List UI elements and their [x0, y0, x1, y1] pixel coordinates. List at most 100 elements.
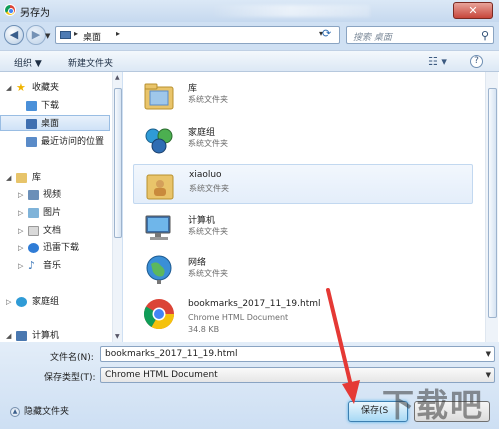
filename-field[interactable]: bookmarks_2017_11_19.html ▼ [100, 346, 495, 362]
scrollbar-thumb[interactable] [488, 88, 497, 318]
watermark-logo: 下载吧 [382, 386, 485, 424]
chrome-icon [143, 299, 174, 330]
homegroup-icon [16, 297, 27, 307]
sidebar-item-desktop[interactable]: 桌面 [0, 115, 110, 131]
refresh-icon[interactable]: ⟳ [322, 27, 331, 40]
library-icon [16, 173, 27, 183]
title-bar: 另存为 ✕ [0, 0, 499, 22]
collapse-icon[interactable]: ◢ [6, 170, 14, 186]
navigation-bar: ◀ ▶ ▼ ▸ 桌面 ▸ ▾ ⟳ 搜索 桌面 ⚲ [0, 22, 499, 48]
download-folder-icon [26, 101, 37, 111]
sidebar-item-libraries[interactable]: ◢ 库 [0, 170, 121, 186]
organize-button[interactable]: 组织 ▼ [14, 56, 42, 69]
sidebar-item-label: 图片 [43, 208, 62, 218]
expand-icon[interactable]: ▷ [18, 205, 26, 221]
list-item[interactable]: 家庭组 系统文件夹 [133, 120, 473, 160]
list-item[interactable]: 库 系统文件夹 [133, 76, 473, 116]
navigation-pane: ◢ ★ 收藏夹 下载 桌面 最近访问的位置 ◢ 库 ▷ 视频 ▷ 图片 ▷ 文档… [0, 72, 122, 342]
list-item[interactable]: 计算机 系统文件夹 [133, 208, 473, 248]
file-name: xiaoluo [189, 170, 222, 180]
computer-icon [16, 331, 27, 341]
scroll-down-icon[interactable]: ▼ [115, 333, 120, 340]
expand-icon[interactable]: ▷ [6, 294, 14, 310]
chrome-icon [4, 4, 16, 16]
expand-icon[interactable]: ▷ [18, 187, 26, 203]
address-bar[interactable]: ▸ 桌面 ▸ ▾ [55, 26, 340, 44]
homegroup-icon [145, 128, 173, 154]
file-list-scrollbar[interactable] [485, 72, 498, 342]
file-name: 家庭组 [188, 128, 216, 138]
search-box[interactable]: 搜索 桌面 ⚲ [346, 26, 494, 44]
window-title: 另存为 [20, 8, 50, 19]
collapse-icon[interactable]: ◢ [6, 80, 14, 96]
sidebar-item-music[interactable]: ▷ ♪ 音乐 [0, 258, 121, 274]
new-folder-button[interactable]: 新建文件夹 [68, 56, 113, 69]
chevron-down-icon[interactable]: ▼ [486, 368, 491, 382]
navigation-scrollbar[interactable]: ▲ ▼ [112, 72, 122, 342]
sidebar-item-label: 音乐 [43, 261, 62, 271]
sidebar-item-label: 迅雷下载 [43, 243, 80, 253]
music-library-icon: ♪ [28, 259, 36, 272]
filename-label: 文件名(N): [50, 353, 94, 363]
desktop-icon [60, 31, 71, 39]
breadcrumb-separator-icon[interactable]: ▸ [116, 29, 120, 38]
close-button[interactable]: ✕ [453, 2, 493, 19]
file-type: 系统文件夹 [188, 95, 228, 104]
thunder-download-icon [28, 243, 39, 253]
documents-library-icon [28, 226, 39, 236]
pictures-library-icon [28, 208, 39, 218]
filename-value[interactable]: bookmarks_2017_11_19.html [105, 349, 238, 359]
command-bar: 组织 ▼ 新建文件夹 ☷ ▾ ? [0, 50, 499, 72]
help-icon[interactable]: ? [470, 55, 483, 68]
scroll-up-icon[interactable]: ▲ [115, 74, 120, 81]
sidebar-item-homegroup[interactable]: ▷ 家庭组 [0, 294, 121, 310]
back-button[interactable]: ◀ [4, 25, 24, 45]
sidebar-item-label: 文档 [43, 226, 62, 236]
sidebar-item-pictures[interactable]: ▷ 图片 [0, 205, 121, 221]
filetype-label: 保存类型(T): [44, 373, 96, 383]
file-type: 系统文件夹 [188, 227, 228, 236]
sidebar-item-label: 最近访问的位置 [41, 137, 105, 147]
computer-icon [145, 215, 171, 240]
breadcrumb-desktop[interactable]: 桌面 [83, 30, 101, 43]
sidebar-item-thunder-downloads[interactable]: ▷ 迅雷下载 [0, 240, 121, 256]
list-item[interactable]: xiaoluo 系统文件夹 [133, 164, 473, 204]
sidebar-item-computer[interactable]: ◢ 计算机 [0, 328, 121, 342]
recent-places-icon [26, 137, 37, 147]
network-icon [146, 255, 172, 284]
view-options-icon[interactable]: ☷ ▾ [428, 55, 447, 68]
star-icon: ★ [16, 81, 26, 94]
sidebar-item-label: 家庭组 [32, 297, 60, 307]
collapse-icon[interactable]: ◢ [6, 328, 14, 342]
forward-button[interactable]: ▶ [26, 25, 46, 45]
background-blur [210, 5, 370, 17]
file-type: 系统文件夹 [188, 269, 228, 278]
sidebar-item-label: 计算机 [32, 331, 60, 341]
search-placeholder[interactable]: 搜索 桌面 [353, 30, 392, 43]
scrollbar-thumb[interactable] [114, 88, 122, 238]
expand-icon[interactable]: ▷ [18, 258, 26, 274]
collapse-up-icon: ▲ [10, 406, 20, 417]
sidebar-item-label: 收藏夹 [32, 83, 60, 93]
filetype-value[interactable]: Chrome HTML Document [105, 370, 218, 380]
file-type: 系统文件夹 [189, 184, 229, 193]
hide-folders-label: 隐藏文件夹 [24, 407, 70, 417]
breadcrumb-separator-icon[interactable]: ▸ [74, 29, 78, 38]
sidebar-item-favorites[interactable]: ◢ ★ 收藏夹 [0, 80, 121, 96]
search-icon[interactable]: ⚲ [481, 29, 489, 42]
file-name: 计算机 [188, 216, 216, 226]
sidebar-item-videos[interactable]: ▷ 视频 [0, 187, 121, 203]
file-size: 34.8 KB [188, 325, 220, 334]
sidebar-item-label: 下载 [41, 101, 60, 111]
recent-pages-dropdown[interactable]: ▼ [45, 32, 50, 40]
sidebar-item-downloads[interactable]: 下载 [0, 98, 121, 114]
file-type: Chrome HTML Document [188, 313, 289, 322]
chevron-down-icon[interactable]: ▼ [486, 347, 491, 361]
file-name: 网络 [188, 258, 207, 268]
sidebar-item-documents[interactable]: ▷ 文档 [0, 223, 121, 239]
expand-icon[interactable]: ▷ [18, 223, 26, 239]
sidebar-item-recent-places[interactable]: 最近访问的位置 [0, 134, 121, 150]
sidebar-item-label: 视频 [43, 190, 62, 200]
expand-icon[interactable]: ▷ [18, 240, 26, 256]
hide-folders-button[interactable]: ▲ 隐藏文件夹 [10, 404, 90, 420]
